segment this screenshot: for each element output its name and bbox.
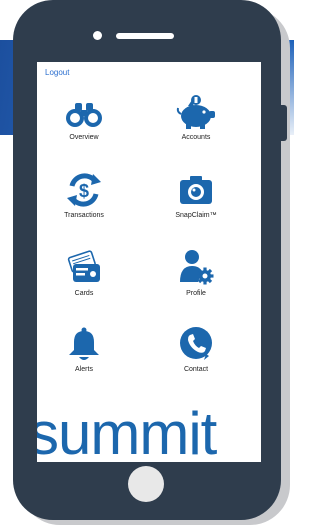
phone-side-button <box>281 105 287 141</box>
piggy-bank-icon <box>176 95 215 129</box>
menu-item-alerts[interactable]: Alerts <box>39 326 129 386</box>
menu-item-label: Profile <box>186 290 206 297</box>
logout-link[interactable]: Logout <box>45 68 69 77</box>
menu-item-label: Cards <box>74 290 94 297</box>
credit-card-icon <box>67 250 100 282</box>
menu-item-snapclaim[interactable]: SnapClaim™ <box>151 172 241 232</box>
menu-item-profile[interactable]: Profile <box>151 248 241 308</box>
front-camera-icon <box>93 31 102 40</box>
menu-item-label: Transactions <box>64 212 104 219</box>
menu-item-label: Overview <box>69 134 99 141</box>
menu-item-cards[interactable]: Cards <box>39 248 129 308</box>
menu-item-label: SnapClaim™ <box>175 212 217 219</box>
app-screen: Logout Overview Accounts $ Transactions … <box>37 62 261 462</box>
speaker-grille <box>116 33 174 39</box>
svg-text:$: $ <box>79 181 89 201</box>
menu-item-label: Accounts <box>181 134 211 141</box>
menu-item-contact[interactable]: Contact <box>151 326 241 386</box>
summit-logo: summit <box>37 400 217 463</box>
user-gear-icon <box>180 250 214 285</box>
bell-icon <box>69 327 99 360</box>
home-button[interactable] <box>128 466 164 502</box>
binoculars-icon <box>66 103 102 127</box>
phone-icon <box>180 327 212 360</box>
menu-item-accounts[interactable]: Accounts <box>151 94 241 154</box>
menu-item-label: Contact <box>183 366 209 373</box>
menu-item-label: Alerts <box>75 366 93 373</box>
menu-item-overview[interactable]: Overview <box>39 100 129 160</box>
menu-item-transactions[interactable]: $ Transactions <box>39 172 129 232</box>
camera-icon <box>180 176 212 204</box>
dollar-cycle-icon: $ <box>67 173 101 207</box>
